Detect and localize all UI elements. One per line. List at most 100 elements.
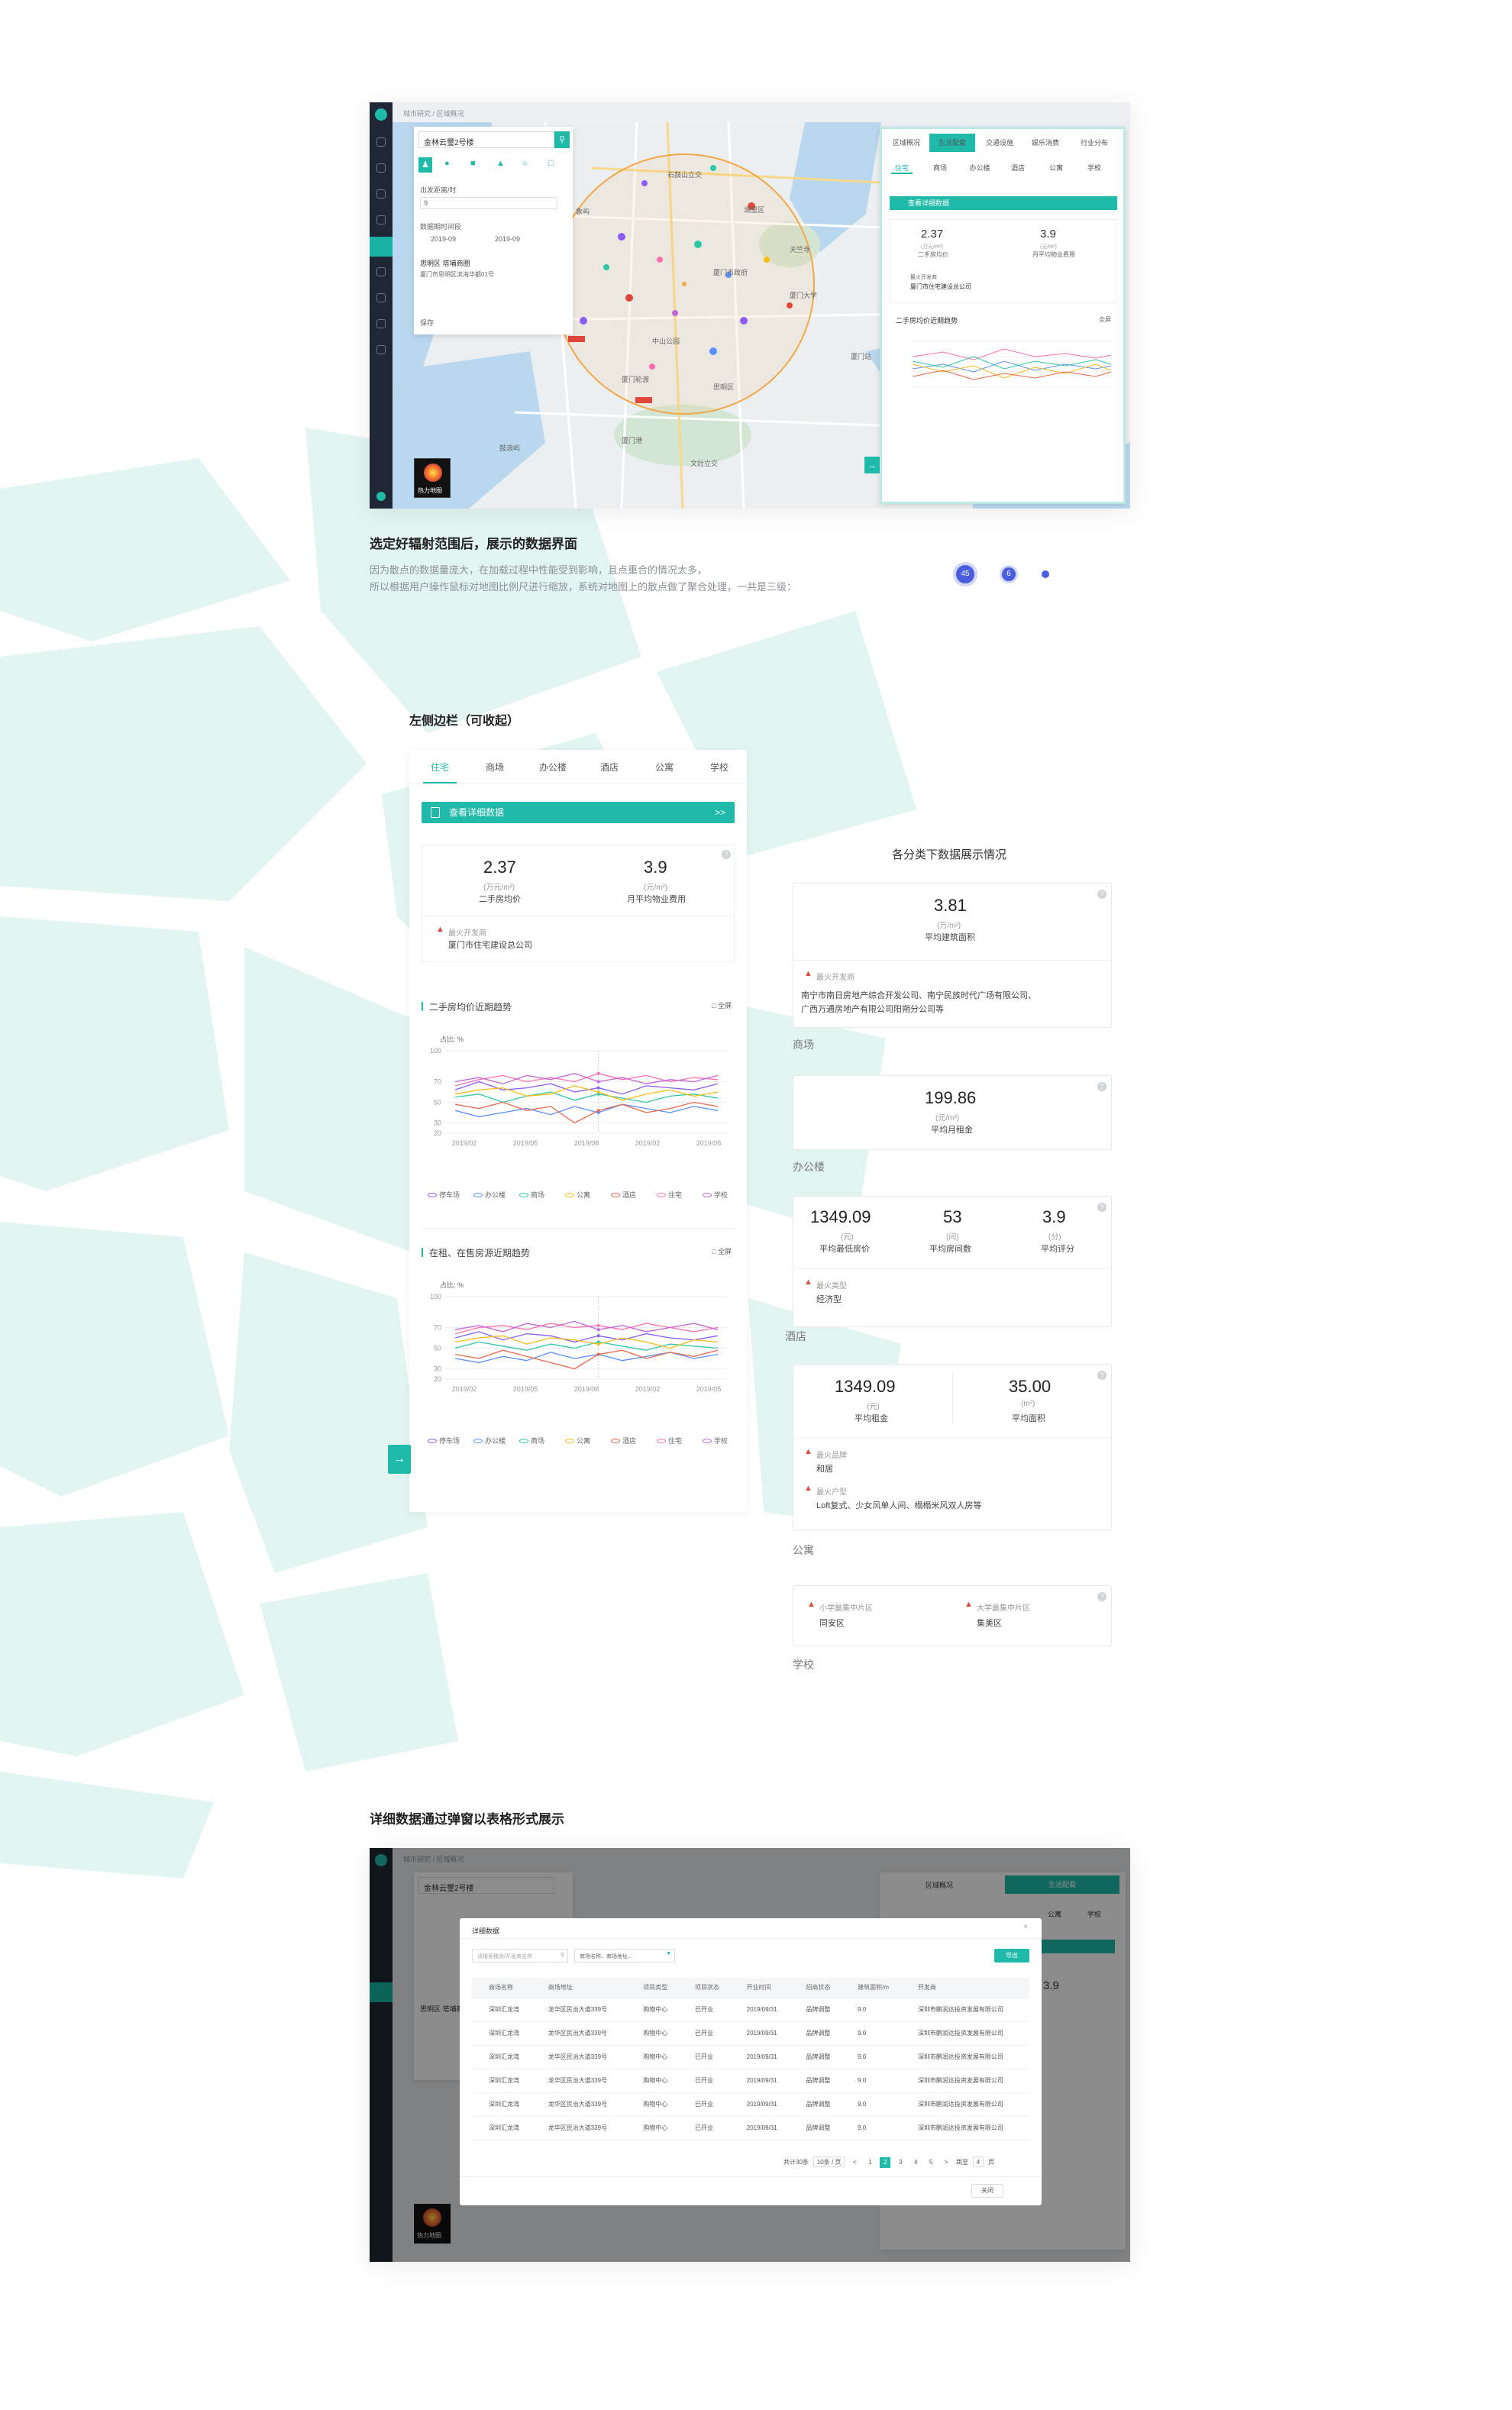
table-row[interactable]: 深圳汇龙湾 龙华区民治大道339号 购物中心 已开业 2019/09/31 品牌调整 9.0… bbox=[472, 2021, 1029, 2046]
tab-entertainment[interactable]: 娱乐消费 bbox=[1024, 134, 1067, 152]
date-from-field[interactable]: 2019-09 bbox=[431, 235, 456, 243]
filter-select[interactable]: 商场名称、商场地址... ▼ bbox=[574, 1949, 675, 1963]
subtab-residence[interactable]: 住宅 bbox=[891, 163, 913, 174]
view-details-button[interactable]: 查看详细数据 bbox=[890, 196, 1117, 210]
tab-industry[interactable]: 行业分布 bbox=[1073, 134, 1116, 152]
page-5[interactable]: 5 bbox=[926, 2157, 936, 2168]
nav-list-icon[interactable] bbox=[376, 189, 386, 199]
legend-item[interactable]: 办公楼 bbox=[467, 1436, 506, 1446]
modal-title: 详细数据 bbox=[472, 1927, 500, 1935]
search-input[interactable]: 金林云璽2号楼 bbox=[418, 131, 554, 148]
page-4[interactable]: 4 bbox=[910, 2157, 921, 2168]
collapse-sidebar-button[interactable]: → bbox=[388, 1445, 411, 1474]
search-button[interactable]: ⚲ bbox=[554, 131, 570, 148]
subtab-apartment[interactable]: 公寓 bbox=[1045, 163, 1067, 173]
fire-icon: ▲ bbox=[804, 969, 813, 978]
page-3[interactable]: 3 bbox=[895, 2157, 906, 2168]
view-details-button[interactable]: 查看详细数据 >> bbox=[422, 802, 735, 823]
subtab-school[interactable]: 学校 bbox=[1084, 163, 1105, 173]
fullscreen-button[interactable]: 全屏 bbox=[1099, 315, 1111, 324]
legend-item[interactable]: 住宅 bbox=[651, 1436, 682, 1446]
table-row[interactable]: 深圳汇龙湾 龙华区民治大道339号 购物中心 已开业 2019/09/31 品牌调整 9.0… bbox=[472, 2045, 1029, 2069]
prev-page-button[interactable]: < bbox=[849, 2157, 860, 2168]
legend-item[interactable]: 酒店 bbox=[605, 1190, 636, 1200]
chart2-fullscreen-button[interactable]: □ 全屏 bbox=[712, 1246, 732, 1256]
help-icon[interactable]: ? bbox=[1097, 1082, 1107, 1091]
help-icon[interactable]: ? bbox=[1097, 1203, 1107, 1212]
legend-item[interactable]: 商场 bbox=[513, 1436, 544, 1446]
nav-doc-icon[interactable] bbox=[376, 293, 386, 302]
next-page-button[interactable]: > bbox=[941, 2157, 951, 2168]
legend-item[interactable]: 公寓 bbox=[559, 1190, 590, 1200]
tab-mall[interactable]: 商场 bbox=[478, 761, 512, 783]
table-cell: 品牌调整 bbox=[789, 1998, 842, 2022]
legend-item[interactable]: 停车场 bbox=[422, 1190, 460, 1200]
tab-life-facilities[interactable]: 生活配套 bbox=[929, 134, 975, 152]
rect-mode-icon[interactable]: □ bbox=[548, 159, 554, 168]
tab-apartment[interactable]: 公寓 bbox=[648, 761, 681, 783]
collapse-icon[interactable] bbox=[376, 492, 386, 501]
nav-home-icon[interactable] bbox=[376, 137, 386, 147]
range-input[interactable]: 9 bbox=[420, 197, 557, 209]
legend-item[interactable]: 学校 bbox=[696, 1436, 728, 1446]
legend-item[interactable]: 酒店 bbox=[605, 1436, 636, 1446]
legend-item[interactable]: 停车场 bbox=[422, 1436, 460, 1446]
car-mode-icon[interactable]: ▲ bbox=[496, 159, 505, 168]
legend-label: 住宅 bbox=[668, 1437, 683, 1445]
tab-school[interactable]: 学校 bbox=[703, 761, 736, 783]
mall-card: ? 3.81 (万/m²) 平均建筑面积 ▲ 最火开发商 南宁市南日房地产综合开… bbox=[793, 883, 1112, 1028]
nav-map-icon[interactable] bbox=[376, 163, 386, 173]
expand-panel-button[interactable]: → bbox=[864, 457, 880, 473]
bike-mode-icon[interactable]: ● bbox=[444, 159, 450, 168]
tab-area-overview[interactable]: 区域概况 bbox=[885, 134, 928, 152]
heatmap-toggle[interactable]: 热力地图 bbox=[414, 458, 451, 498]
save-button[interactable]: 保存 bbox=[420, 318, 434, 328]
table-row[interactable]: 深圳汇龙湾 龙华区民治大道339号 购物中心 已开业 2019/09/31 品牌调整 9.0… bbox=[472, 2092, 1029, 2117]
legend-item[interactable]: 公寓 bbox=[559, 1436, 590, 1446]
x-tick-label: 2019/05 bbox=[696, 1139, 722, 1147]
export-button[interactable]: 导出 bbox=[994, 1949, 1029, 1963]
help-icon[interactable]: ? bbox=[1097, 890, 1107, 899]
page-size-select[interactable]: 10条 / 页 bbox=[813, 2156, 845, 2167]
legend-item[interactable]: 学校 bbox=[696, 1190, 728, 1200]
help-icon[interactable]: ? bbox=[722, 850, 731, 859]
table-row[interactable]: 深圳汇龙湾 龙华区民治大道339号 购物中心 已开业 2019/09/31 品牌调整 9.0… bbox=[472, 2069, 1029, 2093]
subtab-hotel[interactable]: 酒店 bbox=[1007, 163, 1029, 173]
nav-grid-icon[interactable] bbox=[376, 267, 386, 276]
cluster-level2: 6 bbox=[1002, 567, 1016, 581]
tab-traffic[interactable]: 交通设施 bbox=[978, 134, 1021, 152]
search-input[interactable]: 请搜索楼盘/开发商名称 ⚲ bbox=[472, 1949, 568, 1963]
circle-mode-icon[interactable]: ○ bbox=[522, 159, 528, 168]
subtab-mall[interactable]: 商场 bbox=[929, 163, 951, 173]
help-icon[interactable]: ? bbox=[1097, 1371, 1107, 1380]
jump-input[interactable]: 4 bbox=[973, 2156, 984, 2167]
range-label: 出发距离/时 bbox=[420, 186, 457, 194]
tab-hotel[interactable]: 酒店 bbox=[593, 761, 626, 783]
table-cell: 已开业 bbox=[677, 2116, 730, 2140]
table-row[interactable]: 深圳汇龙湾 龙华区民治大道339号 购物中心 已开业 2019/09/31 品牌调整 9.0… bbox=[472, 2116, 1029, 2140]
page-1[interactable]: 1 bbox=[864, 2157, 875, 2168]
close-icon[interactable]: × bbox=[1023, 1923, 1028, 1931]
subtab-office[interactable]: 办公楼 bbox=[966, 163, 993, 173]
help-icon[interactable]: ? bbox=[1097, 1592, 1107, 1601]
tab-office[interactable]: 办公楼 bbox=[531, 761, 574, 783]
nav-chart-icon[interactable] bbox=[376, 215, 386, 225]
walk-mode-icon[interactable]: ♟ bbox=[418, 157, 432, 173]
table-row[interactable]: 深圳汇龙湾 龙华区民治大道339号 购物中心 已开业 2019/09/31 品牌调整 9.0… bbox=[472, 1998, 1029, 2022]
date-to-field[interactable]: 2019-09 bbox=[495, 235, 520, 243]
nav-users-icon[interactable] bbox=[376, 319, 386, 328]
legend-item[interactable]: 住宅 bbox=[651, 1190, 682, 1200]
office-value: 199.86 bbox=[925, 1088, 977, 1107]
close-button[interactable]: 关闭 bbox=[971, 2184, 1003, 2198]
legend-item[interactable]: 商场 bbox=[513, 1190, 544, 1200]
legend-item[interactable]: 办公楼 bbox=[467, 1190, 506, 1200]
page-2[interactable]: 2 bbox=[880, 2157, 891, 2168]
chart1-fullscreen-button[interactable]: □ 全屏 bbox=[712, 1000, 732, 1010]
bus-mode-icon[interactable]: ■ bbox=[470, 159, 476, 168]
tab-residence[interactable]: 住宅 bbox=[423, 761, 457, 783]
nav-settings-icon[interactable] bbox=[376, 345, 386, 354]
office-unit: (元/m²) bbox=[935, 1114, 960, 1123]
search-placeholder: 请搜索楼盘/开发商名称 bbox=[477, 1954, 532, 1959]
nav-active-item[interactable] bbox=[370, 237, 393, 257]
series-point bbox=[596, 1342, 600, 1346]
